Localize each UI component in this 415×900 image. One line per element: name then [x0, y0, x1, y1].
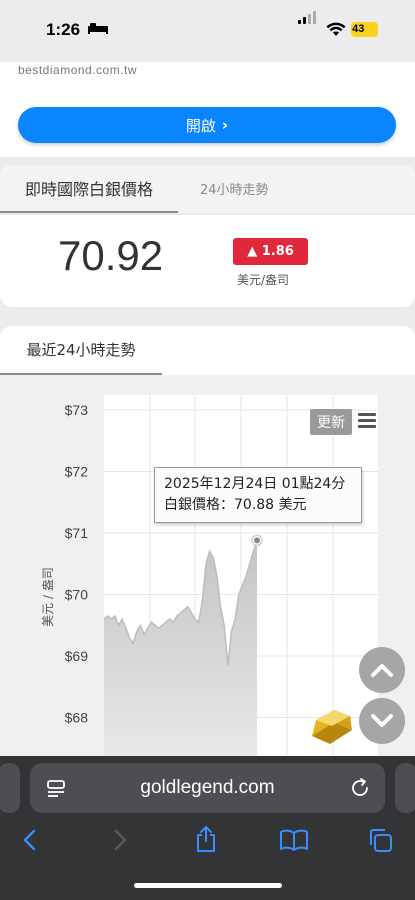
chart-tooltip: 2025年12月24日 01點24分 白銀價格：70.88 美元 [154, 467, 362, 523]
bookmarks-icon[interactable] [279, 828, 309, 852]
price-unit: 美元/盎司 [237, 273, 290, 287]
y-tick-label: $73 [65, 402, 89, 418]
hover-marker [254, 537, 260, 544]
wifi-icon [326, 22, 346, 36]
battery-indicator: 43⚡ [351, 22, 378, 37]
gold-bar-icon[interactable] [308, 706, 354, 746]
address-bar-url[interactable]: goldlegend.com [30, 763, 385, 813]
status-time: 1:26 [46, 20, 81, 39]
page-menu-icon[interactable] [46, 779, 66, 799]
price-chart[interactable]: $73 $72 $71 $70 $69 $68 美元 / 盎司 [0, 375, 415, 756]
chevron-right-icon: › [221, 116, 229, 134]
open-button-label: 開啟 [185, 116, 216, 135]
y-tick-label: $71 [65, 525, 89, 541]
forward-icon[interactable] [110, 828, 130, 852]
chevron-down-icon [371, 714, 393, 727]
y-tick-label: $70 [65, 587, 89, 603]
trend-section-title: 最近24小時走勢 [0, 326, 162, 375]
y-tick-label: $72 [65, 464, 89, 480]
next-tab-pill[interactable] [395, 763, 415, 813]
back-icon[interactable] [20, 828, 40, 852]
charging-bolt-icon: ⚡ [364, 24, 377, 35]
home-indicator [134, 883, 282, 888]
tab-24h-trend[interactable]: 24小時走勢 [200, 165, 269, 211]
tabs-icon[interactable] [366, 826, 394, 854]
silver-price-value: 70.92 [58, 232, 164, 279]
chevron-up-icon [371, 664, 393, 677]
scroll-down-button[interactable] [359, 698, 405, 744]
share-icon[interactable] [193, 824, 219, 854]
y-tick-label: $69 [65, 648, 89, 664]
y-axis-label: 美元 / 盎司 [41, 567, 55, 627]
open-button[interactable]: 開啟 › [18, 107, 396, 143]
price-tabs: 即時國際白銀價格 24小時走勢 [0, 165, 415, 213]
tooltip-datetime: 2025年12月24日 01點24分 [164, 476, 346, 492]
scroll-up-button[interactable] [359, 647, 405, 693]
tooltip-price: 白銀價格：70.88 美元 [164, 497, 307, 513]
y-tick-label: $68 [65, 710, 89, 726]
ad-url-text: bestdiamond.com.tw [18, 63, 138, 77]
price-change-badge: ▲ 1.86 [233, 238, 308, 265]
previous-tab-pill[interactable] [0, 763, 20, 813]
bed-icon [88, 23, 108, 34]
refresh-button[interactable]: 更新 [310, 409, 352, 435]
reload-icon[interactable] [349, 777, 371, 799]
tab-realtime-price[interactable]: 即時國際白銀價格 [0, 165, 178, 213]
chart-menu-icon[interactable] [358, 413, 376, 429]
